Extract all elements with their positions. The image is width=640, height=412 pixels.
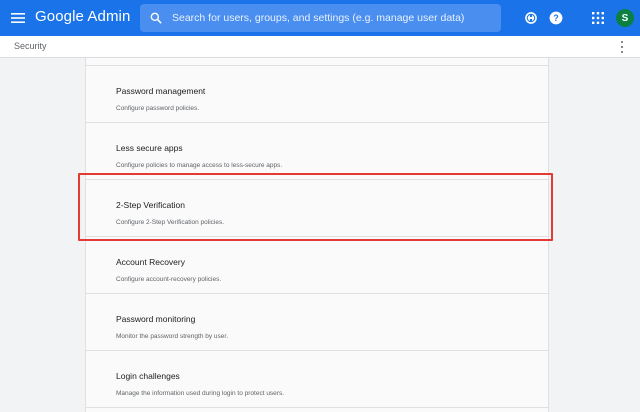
setting-title: Less secure apps: [116, 143, 183, 153]
setting-title: Login challenges: [116, 371, 180, 381]
breadcrumb[interactable]: Security: [14, 41, 47, 51]
setting-description: Configure 2-Step Verification policies.: [116, 219, 225, 226]
search-icon: [149, 11, 163, 25]
apps-grid-icon[interactable]: [590, 10, 606, 26]
setting-less-secure-apps[interactable]: Less secure apps Configure policies to m…: [86, 123, 548, 180]
setting-title: Password management: [116, 86, 206, 96]
setting-description: Configure password policies.: [116, 105, 200, 112]
hamburger-menu-icon[interactable]: [9, 9, 27, 27]
help-icon[interactable]: ?: [548, 10, 564, 26]
breadcrumb-bar: Security: [0, 36, 640, 58]
panel-top-divider: [86, 58, 548, 66]
app-bar: Google Admin ? S: [0, 0, 640, 36]
support-icon[interactable]: [523, 10, 539, 26]
setting-description: Monitor the password strength by user.: [116, 333, 229, 340]
setting-account-recovery[interactable]: Account Recovery Configure account-recov…: [86, 237, 548, 294]
security-settings-panel: Password management Configure password p…: [85, 58, 549, 412]
setting-login-challenges[interactable]: Login challenges Manage the information …: [86, 351, 548, 408]
avatar[interactable]: S: [616, 9, 634, 27]
more-vert-icon[interactable]: [618, 40, 626, 54]
setting-title: Password monitoring: [116, 314, 196, 324]
setting-description: Manage the information used during login…: [116, 390, 285, 397]
setting-description: Configure account-recovery policies.: [116, 276, 222, 283]
setting-title: Account Recovery: [116, 257, 185, 267]
svg-text:?: ?: [553, 13, 558, 23]
search-bar[interactable]: [140, 4, 501, 32]
setting-password-management[interactable]: Password management Configure password p…: [86, 66, 548, 123]
setting-password-monitoring[interactable]: Password monitoring Monitor the password…: [86, 294, 548, 351]
setting-title: 2-Step Verification: [116, 200, 185, 210]
search-input[interactable]: [172, 4, 501, 32]
setting-2-step-verification[interactable]: 2-Step Verification Configure 2-Step Ver…: [86, 180, 548, 237]
app-title[interactable]: Google Admin: [35, 8, 130, 25]
setting-description: Configure policies to manage access to l…: [116, 162, 283, 169]
